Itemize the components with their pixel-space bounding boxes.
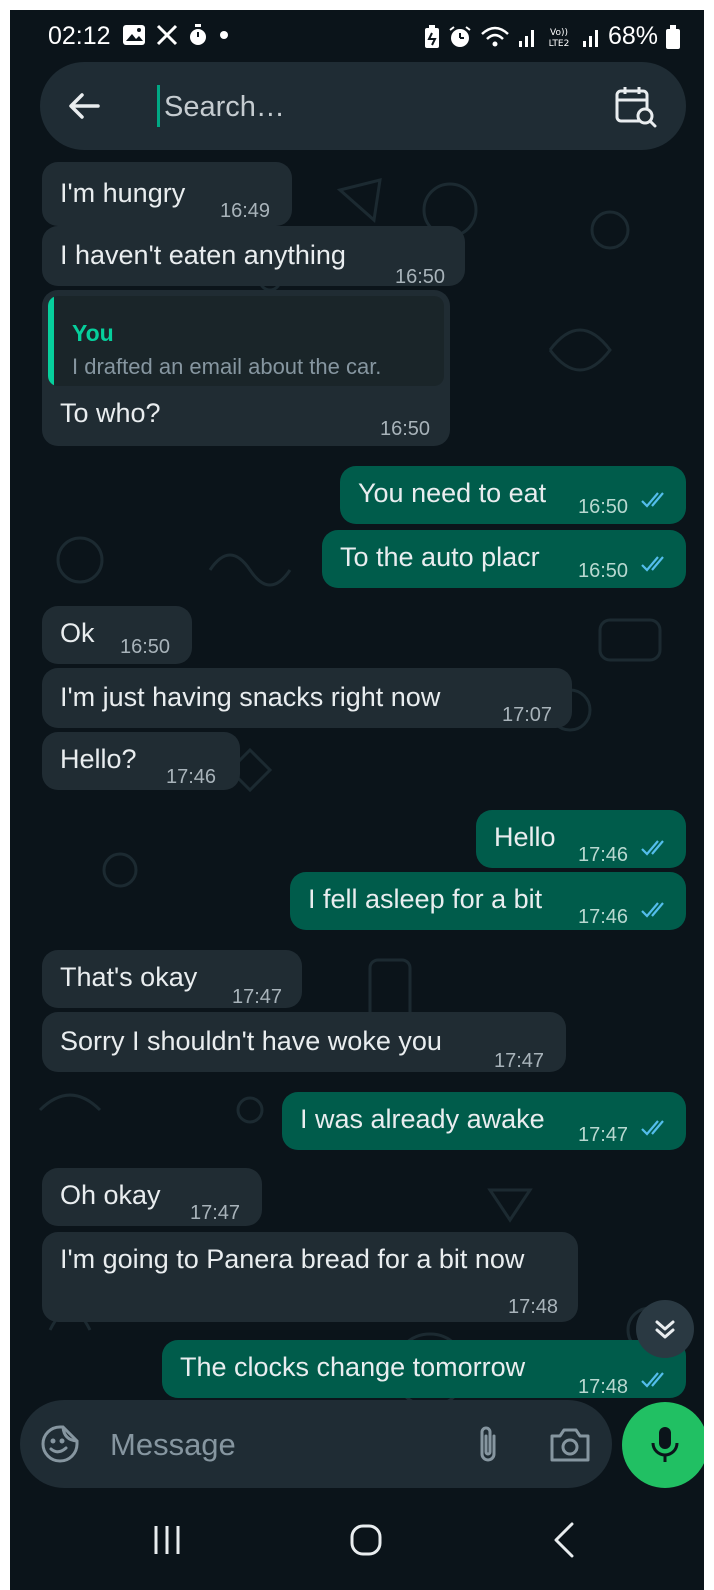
search-input[interactable]	[162, 82, 606, 132]
quote-text: I drafted an email about the car.	[72, 354, 382, 379]
message-time: 17:47	[232, 986, 283, 1008]
system-navigation-bar	[10, 1500, 704, 1590]
text-cursor	[157, 85, 160, 127]
home-icon[interactable]	[348, 1522, 384, 1558]
voice-message-button[interactable]	[622, 1402, 704, 1488]
message-text: To the auto placr	[340, 542, 540, 572]
message-text: I'm going to Panera bread for a bit now	[60, 1244, 525, 1274]
message-time: 17:46	[578, 906, 629, 928]
message-time: 16:50	[395, 266, 446, 288]
microphone-icon	[651, 1427, 679, 1462]
message-text: The clocks change tomorrow	[180, 1352, 526, 1382]
double-chevron-down-icon	[655, 1320, 675, 1339]
quoted-message[interactable]: You I drafted an email about the car.	[48, 296, 444, 386]
read-receipt-icon	[641, 840, 664, 856]
message-bubble-incoming[interactable]: I'm hungry 16:49	[42, 162, 292, 226]
message-bubble-outgoing[interactable]: Hello 17:46	[476, 810, 686, 868]
message-bubble-incoming-reply[interactable]: You I drafted an email about the car. To…	[42, 290, 450, 446]
message-time: 16:50	[578, 560, 629, 582]
message-bubble-outgoing[interactable]: I fell asleep for a bit 17:46	[290, 872, 686, 930]
message-bubble-incoming[interactable]: Sorry I shouldn't have woke you 17:47	[42, 1012, 566, 1072]
message-time: 17:46	[578, 844, 629, 866]
message-text: To who?	[60, 398, 161, 428]
chat-screen: 02:12 Vo)) LTE2 68% I'm hungry 16:49 I ha…	[10, 10, 704, 1590]
message-text: Ok	[60, 618, 95, 648]
message-time: 17:07	[502, 704, 553, 726]
message-time: 16:50	[380, 418, 431, 440]
back-arrow-icon[interactable]	[62, 84, 106, 128]
message-text: I fell asleep for a bit	[308, 884, 543, 914]
read-receipt-icon	[641, 1372, 664, 1388]
message-bubble-incoming[interactable]: Hello? 17:46	[42, 732, 240, 790]
message-text: I haven't eaten anything	[60, 240, 346, 270]
message-text: You need to eat	[358, 478, 547, 508]
message-text: Oh okay	[60, 1180, 161, 1210]
sticker-icon[interactable]	[40, 1424, 80, 1464]
message-text: Hello?	[60, 744, 137, 774]
paperclip-icon[interactable]	[468, 1422, 508, 1466]
message-bubble-incoming[interactable]: Oh okay 17:47	[42, 1168, 262, 1226]
calendar-search-icon[interactable]	[612, 82, 660, 130]
read-receipt-icon	[641, 556, 664, 572]
message-text: I'm hungry	[60, 178, 186, 208]
message-time: 17:47	[494, 1050, 545, 1072]
message-time: 17:46	[166, 766, 217, 788]
message-time: 17:47	[578, 1124, 629, 1146]
message-bubble-incoming[interactable]: That's okay 17:47	[42, 950, 302, 1008]
read-receipt-icon	[641, 902, 664, 918]
message-time: 17:48	[578, 1376, 629, 1398]
message-bubble-outgoing[interactable]: You need to eat 16:50	[340, 466, 686, 524]
quote-author: You	[72, 320, 114, 346]
message-time: 16:50	[578, 496, 629, 518]
message-time: 17:47	[190, 1202, 241, 1224]
message-text: I'm just having snacks right now	[60, 682, 441, 712]
back-icon[interactable]	[550, 1520, 578, 1560]
message-text: Hello	[494, 822, 556, 852]
quote-accent-bar	[48, 296, 54, 386]
recents-icon[interactable]	[150, 1522, 184, 1558]
message-bubble-outgoing[interactable]: To the auto placr 16:50	[322, 530, 686, 588]
message-bubble-outgoing[interactable]: I was already awake 17:47	[282, 1092, 686, 1150]
message-text: I was already awake	[300, 1104, 545, 1134]
scroll-to-bottom-button[interactable]	[636, 1300, 694, 1358]
message-bubble-incoming[interactable]: I haven't eaten anything 16:50	[42, 226, 465, 288]
message-text: That's okay	[60, 962, 198, 992]
message-time: 17:48	[508, 1296, 559, 1318]
message-time: 16:50	[120, 636, 171, 658]
message-bubble-incoming[interactable]: Ok 16:50	[42, 606, 192, 664]
camera-icon[interactable]	[548, 1424, 592, 1464]
message-composer	[20, 1400, 612, 1488]
message-bubble-incoming[interactable]: I'm just having snacks right now 17:07	[42, 668, 572, 728]
read-receipt-icon	[641, 1120, 664, 1136]
read-receipt-icon	[641, 492, 664, 508]
message-list[interactable]: I'm hungry 16:49 I haven't eaten anythin…	[10, 10, 704, 1400]
message-input[interactable]	[108, 1420, 452, 1470]
search-bar	[40, 62, 686, 150]
message-bubble-incoming[interactable]: I'm going to Panera bread for a bit now …	[42, 1232, 578, 1322]
message-time: 16:49	[220, 200, 271, 222]
message-bubble-outgoing[interactable]: The clocks change tomorrow 17:48	[162, 1340, 686, 1398]
message-text: Sorry I shouldn't have woke you	[60, 1026, 442, 1056]
